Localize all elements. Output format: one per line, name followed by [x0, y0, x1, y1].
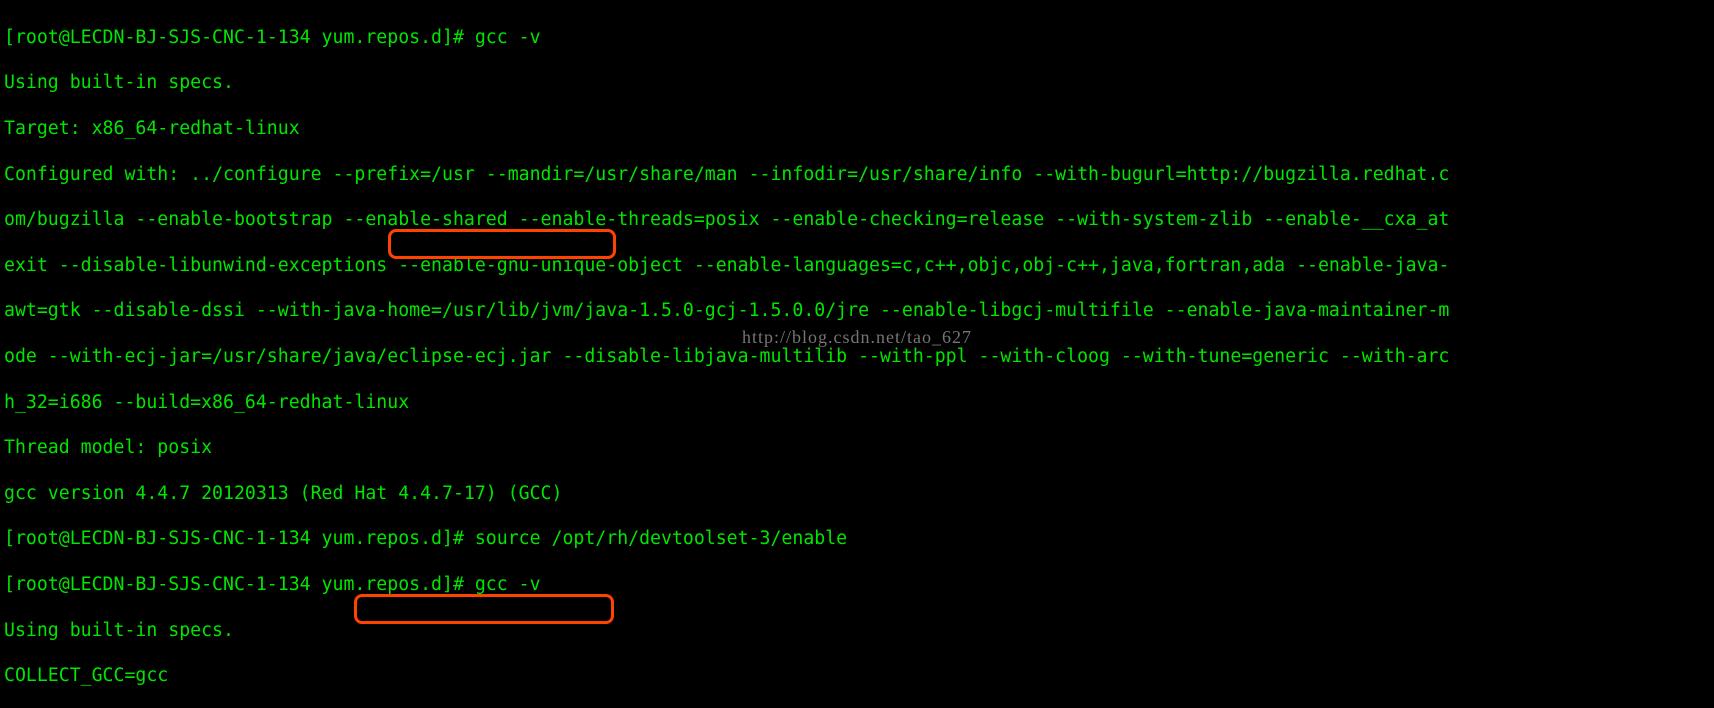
gcc-output-line: exit --disable-libunwind-exceptions --en…	[4, 255, 1710, 278]
gcc-output-line: Using built-in specs.	[4, 620, 1710, 643]
shell-prompt-line: [root@LECDN-BJ-SJS-CNC-1-134 yum.repos.d…	[4, 574, 1710, 597]
gcc-output-line: om/bugzilla --enable-bootstrap --enable-…	[4, 209, 1710, 232]
gcc-output-line: ode --with-ecj-jar=/usr/share/java/eclip…	[4, 346, 1710, 369]
gcc-output-line: COLLECT_GCC=gcc	[4, 665, 1710, 688]
gcc-output-line: Using built-in specs.	[4, 72, 1710, 95]
shell-prompt-line: [root@LECDN-BJ-SJS-CNC-1-134 yum.repos.d…	[4, 528, 1710, 551]
gcc-output-line: Configured with: ../configure --prefix=/…	[4, 164, 1710, 187]
shell-prompt-line: [root@LECDN-BJ-SJS-CNC-1-134 yum.repos.d…	[4, 27, 1710, 50]
gcc-output-line: h_32=i686 --build=x86_64-redhat-linux	[4, 392, 1710, 415]
gcc-output-line: Target: x86_64-redhat-linux	[4, 118, 1710, 141]
terminal-window[interactable]: [root@LECDN-BJ-SJS-CNC-1-134 yum.repos.d…	[0, 0, 1714, 708]
gcc-output-line: Thread model: posix	[4, 437, 1710, 460]
gcc-version-line: gcc version 4.4.7 20120313 (Red Hat 4.4.…	[4, 483, 1710, 506]
gcc-output-line: awt=gtk --disable-dssi --with-java-home=…	[4, 300, 1710, 323]
